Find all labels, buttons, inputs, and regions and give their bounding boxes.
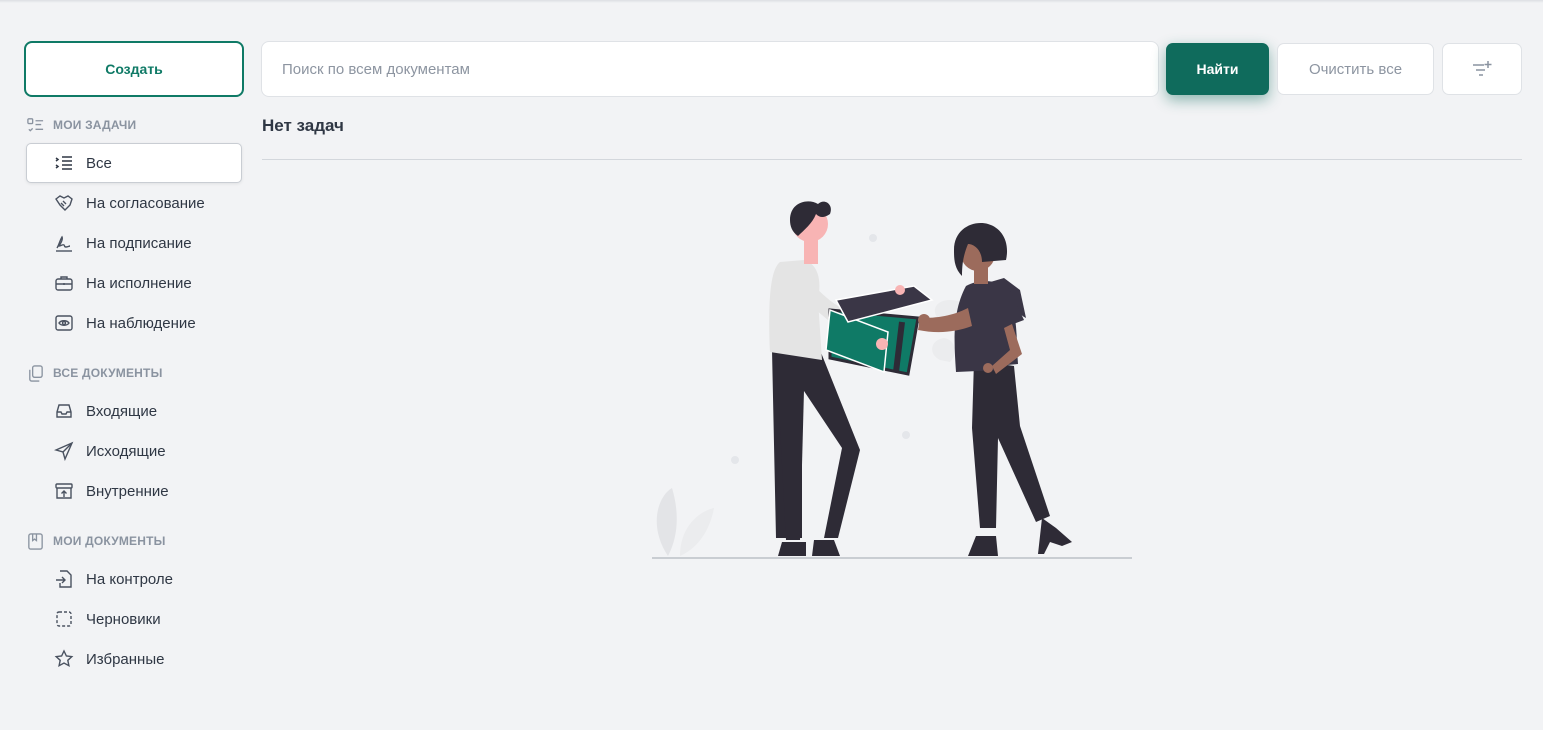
section-title-label: МОИ ЗАДАЧИ	[53, 118, 137, 132]
section-my-tasks: МОИ ЗАДАЧИ	[26, 115, 136, 135]
eye-icon	[55, 315, 73, 331]
sidebar-item-label: Внутренние	[86, 482, 169, 500]
task-list-icon	[27, 117, 44, 132]
sidebar-item-approval[interactable]: На согласование	[26, 183, 242, 223]
bookmark-book-icon	[28, 532, 43, 550]
section-title-label: МОИ ДОКУМЕНТЫ	[53, 534, 166, 548]
sidebar-item-label: Избранные	[86, 650, 165, 668]
signature-icon	[56, 235, 72, 252]
list-icon	[55, 156, 72, 170]
archive-up-icon	[55, 483, 73, 499]
sidebar-item-observation[interactable]: На наблюдение	[26, 303, 242, 343]
section-title-label: ВСЕ ДОКУМЕНТЫ	[53, 366, 163, 380]
filter-button[interactable]	[1442, 43, 1522, 95]
sidebar-item-label: На контроле	[86, 570, 174, 588]
top-shadow	[0, 0, 1543, 3]
sidebar-item-label: Черновики	[86, 610, 161, 628]
sidebar-item-label: Исходящие	[86, 442, 166, 460]
sidebar-item-on-control[interactable]: На контроле	[26, 559, 242, 599]
sidebar-item-label: Входящие	[86, 402, 158, 420]
search-input[interactable]	[261, 41, 1159, 97]
handshake-icon	[55, 195, 73, 211]
sidebar-item-label: Все	[86, 154, 112, 172]
sidebar-item-outgoing[interactable]: Исходящие	[26, 431, 242, 471]
sidebar-item-drafts[interactable]: Черновики	[26, 599, 242, 639]
sidebar-item-incoming[interactable]: Входящие	[26, 391, 242, 431]
page-title: Нет задач	[262, 116, 344, 135]
sidebar-item-label: На подписание	[86, 234, 192, 252]
filter-add-icon	[1473, 61, 1492, 76]
file-import-icon	[56, 570, 72, 588]
sidebar-item-all[interactable]: Все	[26, 143, 242, 183]
inbox-icon	[56, 404, 72, 418]
sidebar-item-label: На согласование	[86, 194, 205, 212]
sidebar-item-label: На наблюдение	[86, 314, 196, 332]
section-my-documents: МОИ ДОКУМЕНТЫ	[26, 531, 166, 551]
find-button[interactable]: Найти	[1166, 43, 1269, 95]
empty-state-illustration	[652, 201, 1132, 559]
documents-copy-icon	[29, 364, 43, 382]
briefcase-icon	[55, 276, 73, 291]
create-button[interactable]: Создать	[24, 41, 244, 97]
clear-all-button[interactable]: Очистить все	[1277, 43, 1434, 95]
sidebar-item-execution[interactable]: На исполнение	[26, 263, 242, 303]
dashed-square-icon	[56, 611, 72, 627]
sidebar-item-signing[interactable]: На подписание	[26, 223, 242, 263]
section-all-documents: ВСЕ ДОКУМЕНТЫ	[26, 363, 163, 383]
sidebar-item-favorites[interactable]: Избранные	[26, 639, 242, 679]
sidebar-item-internal[interactable]: Внутренние	[26, 471, 242, 511]
star-icon	[54, 649, 74, 668]
title-divider	[262, 159, 1522, 160]
sidebar-item-label: На исполнение	[86, 274, 192, 292]
send-icon	[54, 441, 74, 461]
